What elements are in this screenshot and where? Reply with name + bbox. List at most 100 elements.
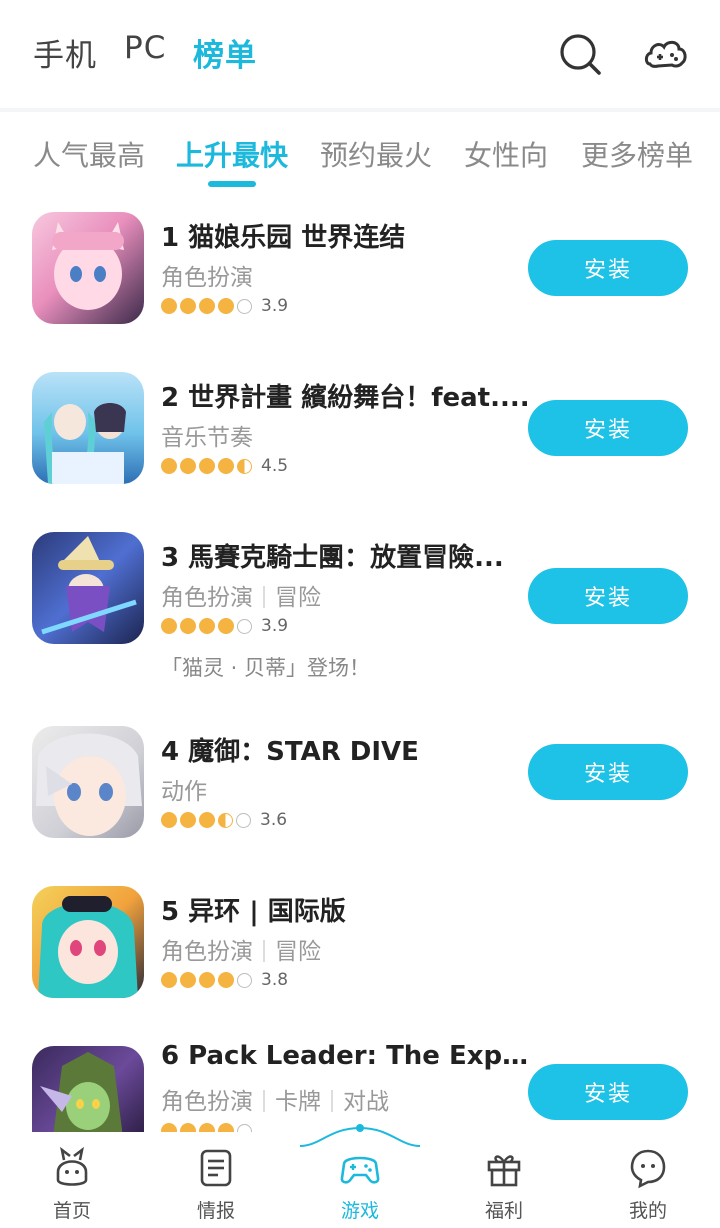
nav-news[interactable]: 情报 <box>144 1132 288 1228</box>
nav-benefits[interactable]: 福利 <box>432 1132 576 1228</box>
app-icon[interactable] <box>32 372 144 484</box>
list-item[interactable]: 3 馬賽克騎士團：放置冒險... 角色扮演 冒险 3.9 「猫灵 · 贝蒂」登场！… <box>0 510 720 704</box>
tab-more-rankings[interactable]: 更多榜单 <box>581 134 693 174</box>
rating-face-icon <box>180 972 196 988</box>
top-tab-phone[interactable]: 手机 <box>33 30 97 75</box>
rating: 3.6 <box>161 809 287 831</box>
top-tab-ranking[interactable]: 榜单 <box>193 30 257 75</box>
rating-face-icon <box>237 972 252 988</box>
rating-score: 4.5 <box>261 456 289 476</box>
app-title[interactable]: 4 魔御：STAR DIVE <box>161 731 531 768</box>
rating-face-icon <box>199 458 215 474</box>
rating-score: 3.9 <box>261 616 289 636</box>
app-category: 角色扮演 冒险 <box>161 932 321 966</box>
category-divider <box>263 1090 265 1112</box>
install-button[interactable]: 安装 <box>528 744 688 800</box>
install-button[interactable]: 安装 <box>528 400 688 456</box>
category-divider <box>263 586 265 608</box>
rating: 3.8 <box>161 969 288 991</box>
list-item[interactable]: 2 世界計畫 繽紛舞台！feat.... 音乐节奏 4.5 安装 <box>0 350 720 510</box>
rating-face-icon <box>199 812 215 828</box>
bottom-navigation: 首页 情报 游戏 福利 我的 <box>0 1124 720 1228</box>
nav-games-label: 游戏 <box>340 1200 379 1222</box>
category-tag: 角色扮演 <box>161 585 253 611</box>
rating-face-icon <box>161 1123 177 1132</box>
gamepad-cloud-icon[interactable] <box>642 30 690 78</box>
app-category: 角色扮演 卡牌 对战 <box>161 1082 389 1116</box>
rating-score: 3.9 <box>261 296 289 316</box>
category-tag: 冒险 <box>275 939 321 965</box>
category-tag: 角色扮演 <box>161 265 253 291</box>
app-title[interactable]: 1 猫娘乐园 世界连结 <box>161 217 531 254</box>
rating-face-icon <box>199 972 215 988</box>
rating-face-icon <box>161 458 177 474</box>
tab-fastest-rising[interactable]: 上升最快 <box>176 134 288 174</box>
app-title[interactable]: 2 世界計畫 繽紛舞台！feat.... <box>161 377 531 414</box>
category-tag: 角色扮演 <box>161 1089 253 1115</box>
nav-benefits-label: 福利 <box>484 1200 523 1222</box>
list-item[interactable]: 6 Pack Leader: The Expedit... 角色扮演卡牌对战 安… <box>0 1024 720 1132</box>
rating-face-icon <box>180 618 196 634</box>
category-divider <box>263 940 265 962</box>
app-title[interactable]: 5 异环 | 国际版 <box>161 891 531 928</box>
app-icon[interactable] <box>32 212 144 324</box>
app-icon[interactable] <box>32 886 144 998</box>
category-divider <box>331 1090 333 1112</box>
app-category: 角色扮演 <box>161 258 253 292</box>
list-item[interactable]: 1 猫娘乐园 世界连结 角色扮演 3.9 安装 <box>0 190 720 350</box>
rating-face-icon <box>218 1123 234 1132</box>
rating-face-icon <box>218 458 234 474</box>
gift-icon <box>487 1155 521 1187</box>
rating-face-icon <box>180 812 196 828</box>
rating-score: 3.8 <box>261 970 289 990</box>
app-title[interactable]: 3 馬賽克騎士團：放置冒險... <box>161 537 531 574</box>
rating-score: 3.6 <box>260 810 288 830</box>
rating-face-icon <box>180 1123 196 1132</box>
news-icon <box>200 1149 232 1187</box>
rating-face-icon <box>218 812 233 828</box>
nav-home-label: 首页 <box>52 1200 91 1222</box>
rating-face-icon <box>180 298 196 314</box>
rating-face-icon <box>161 972 177 988</box>
active-tab-indicator <box>208 181 256 187</box>
app-category: 音乐节奏 <box>161 418 253 452</box>
top-tab-pc[interactable]: PC <box>124 30 166 66</box>
tab-female-oriented[interactable]: 女性向 <box>464 134 548 174</box>
app-icon[interactable] <box>32 726 144 838</box>
rating-face-icon <box>237 1123 252 1132</box>
rating-face-icon <box>218 298 234 314</box>
profile-bubble-icon <box>630 1149 666 1189</box>
ranking-tabs: 人气最高 上升最快 预约最火 女性向 更多榜单 <box>0 112 720 188</box>
category-tag: 对战 <box>343 1089 389 1115</box>
nav-games[interactable]: 游戏 <box>288 1132 432 1228</box>
nav-me[interactable]: 我的 <box>576 1132 720 1228</box>
install-button[interactable]: 安装 <box>528 1064 688 1120</box>
list-item[interactable]: 5 异环 | 国际版 角色扮演 冒险 3.8 <box>0 864 720 1024</box>
rating: 4.5 <box>161 455 288 477</box>
tab-most-popular[interactable]: 人气最高 <box>33 134 145 174</box>
app-category: 动作 <box>161 772 207 806</box>
rating-face-icon <box>237 618 252 634</box>
tab-hottest-preorder[interactable]: 预约最火 <box>320 134 432 174</box>
rating-face-icon <box>237 298 252 314</box>
install-button[interactable]: 安装 <box>528 568 688 624</box>
category-tag: 冒险 <box>275 585 321 611</box>
app-title[interactable]: 6 Pack Leader: The Expedit... <box>161 1041 531 1071</box>
news-snippet[interactable]: 「猫灵 · 贝蒂」登场！ <box>161 652 370 682</box>
nav-home[interactable]: 首页 <box>0 1132 144 1228</box>
app-category: 角色扮演 冒险 <box>161 578 321 612</box>
category-tag: 角色扮演 <box>161 939 253 965</box>
app-icon[interactable] <box>32 1046 144 1132</box>
rating-face-icon <box>180 458 196 474</box>
gamepad-icon <box>340 1156 380 1184</box>
category-tag: 音乐节奏 <box>161 425 253 451</box>
install-button[interactable]: 安装 <box>528 240 688 296</box>
game-ranking-list: 1 猫娘乐园 世界连结 角色扮演 3.9 安装 2 世界計畫 繽紛舞台！feat… <box>0 190 720 1132</box>
category-tag: 动作 <box>161 779 207 805</box>
search-icon[interactable] <box>556 30 604 78</box>
app-icon[interactable] <box>32 532 144 644</box>
rating: 3.9 <box>161 615 288 637</box>
rating-face-icon <box>236 812 251 828</box>
list-item[interactable]: 4 魔御：STAR DIVE 动作 3.6 安装 <box>0 704 720 864</box>
rating-face-icon <box>237 458 252 474</box>
